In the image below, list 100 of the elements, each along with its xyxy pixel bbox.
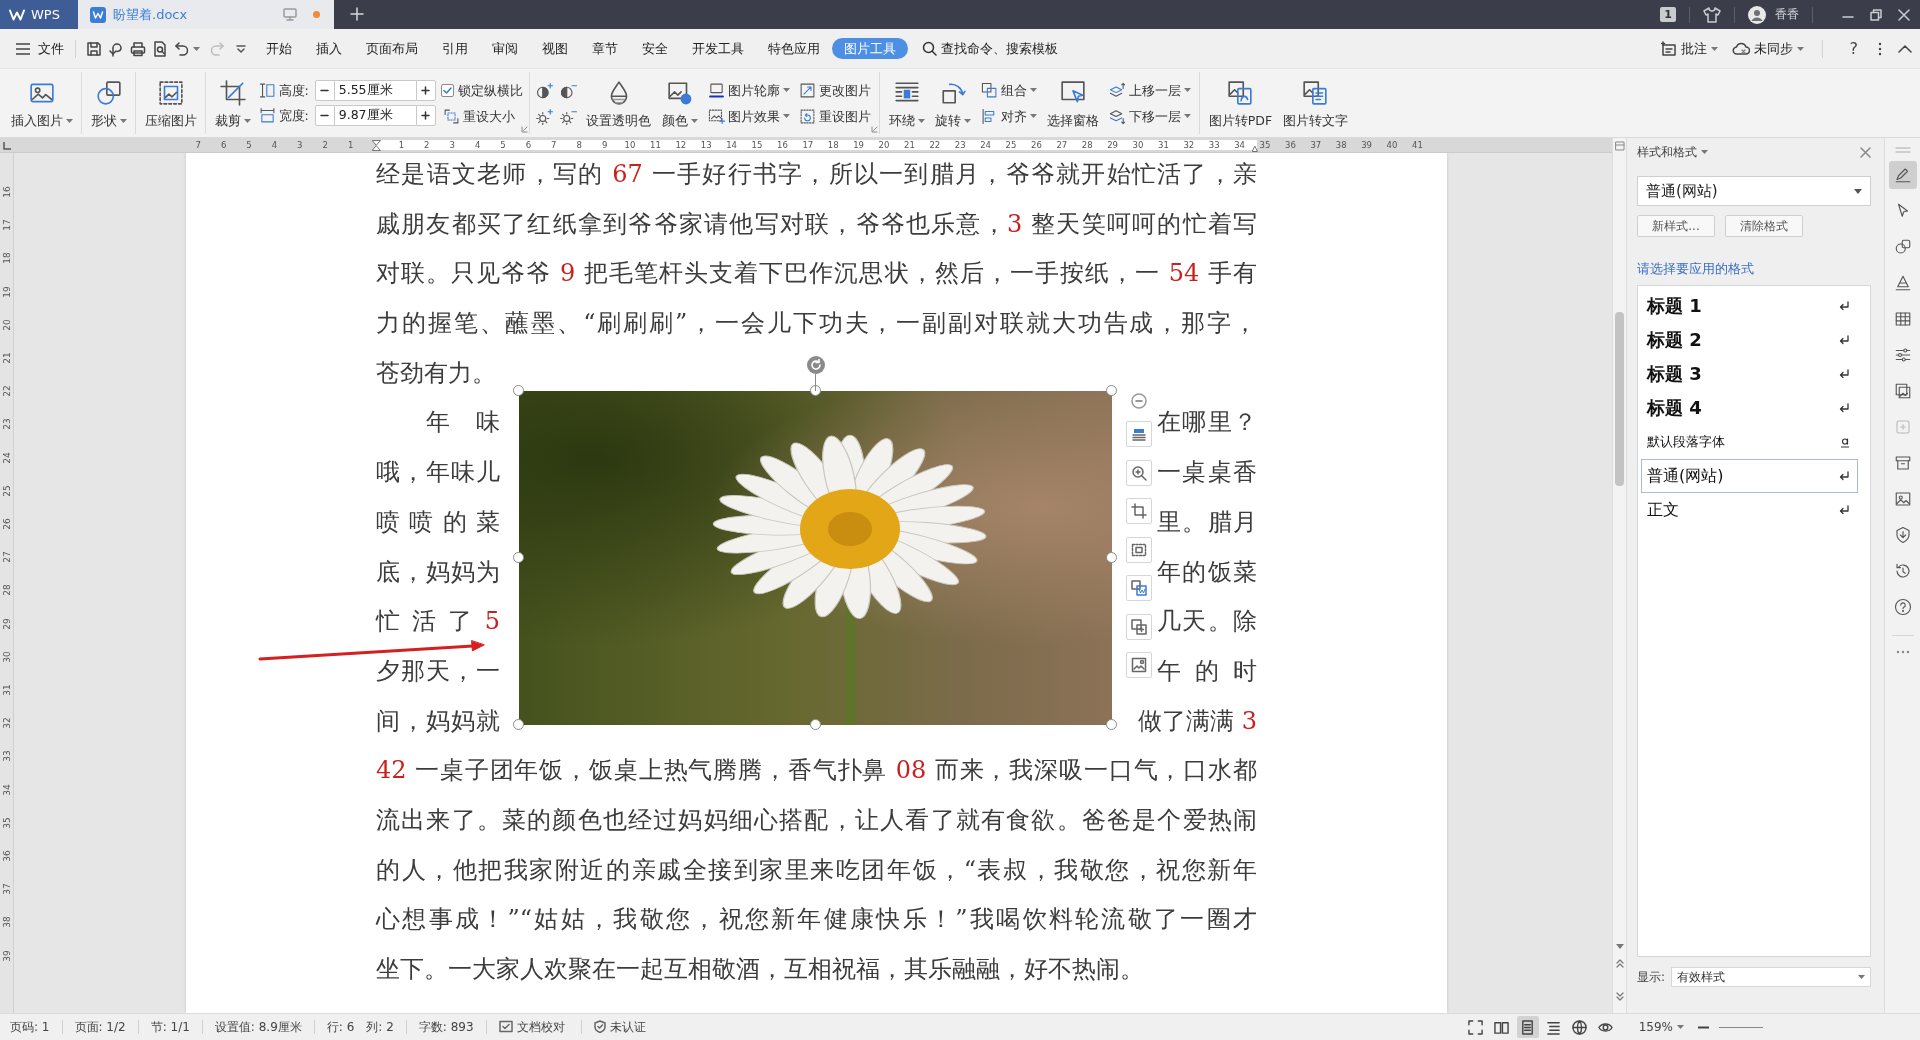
resize-handle[interactable] <box>1106 551 1117 563</box>
zoom-out-icon[interactable] <box>1698 1025 1709 1029</box>
zoom-dropdown[interactable]: 159% <box>1638 1019 1684 1035</box>
resize-handle[interactable] <box>1106 718 1117 730</box>
image-tool-button[interactable] <box>1126 575 1152 602</box>
document-tab[interactable]: 盼望着.docx <box>78 0 334 29</box>
menu-tab[interactable]: 插入 <box>304 37 354 60</box>
ribbon-button[interactable]: 设置透明色 <box>583 76 654 130</box>
size-input[interactable]: 5.55厘米 <box>334 80 416 101</box>
adjust-button[interactable] <box>536 82 555 100</box>
proofread-button[interactable]: 文档校对 <box>498 1019 565 1035</box>
certification-button[interactable]: 未认证 <box>593 1019 646 1035</box>
ribbon-button[interactable]: 图片轮廓 <box>705 79 792 101</box>
file-menu[interactable]: 文件 <box>12 38 68 59</box>
ribbon-button[interactable]: 旋转 <box>932 76 974 130</box>
view-button[interactable] <box>1516 1016 1539 1038</box>
scroll-down-icon[interactable] <box>1615 944 1624 949</box>
resize-handle[interactable] <box>513 384 524 396</box>
curved-arrow-icon[interactable] <box>108 40 124 57</box>
ribbon-button[interactable]: 图片效果 <box>705 105 792 127</box>
shirt-icon[interactable] <box>1703 6 1721 23</box>
show-dropdown[interactable]: 有效样式 <box>1671 967 1871 987</box>
sync-button[interactable]: 未同步 <box>1728 39 1807 58</box>
ribbon-button[interactable]: 形状 <box>88 76 129 130</box>
style-item[interactable]: 正文 <box>1641 493 1858 527</box>
customize-caret-icon[interactable] <box>236 44 246 53</box>
ribbon-button[interactable]: 组合 <box>979 79 1040 101</box>
ribbon-button[interactable]: 下移一层 <box>1107 105 1194 127</box>
resize-handle[interactable] <box>513 718 524 730</box>
ribbon-button[interactable]: 图片转文字 <box>1280 76 1351 130</box>
next-page-icon[interactable] <box>1615 992 1624 1001</box>
help-button[interactable]: ? <box>1845 38 1862 59</box>
image-tool-button[interactable] <box>1126 536 1152 563</box>
ruler-toggle-icon[interactable] <box>1614 141 1625 151</box>
style-item[interactable]: 默认段落字体 <box>1641 425 1858 459</box>
panel-button[interactable]: 新样式... <box>1637 215 1715 237</box>
app-tab[interactable]: WPS <box>0 0 78 29</box>
panel-button[interactable]: 清除格式 <box>1725 215 1803 237</box>
style-item[interactable]: 标题 3 <box>1641 357 1858 391</box>
close-icon[interactable] <box>1860 146 1871 158</box>
indent-marker-icon[interactable] <box>371 140 381 151</box>
plus-icon[interactable] <box>350 7 364 21</box>
close-icon[interactable] <box>1898 8 1910 21</box>
resize-handle[interactable] <box>513 551 524 563</box>
increase-button[interactable] <box>415 80 436 101</box>
photo-placeholder[interactable] <box>519 390 1112 725</box>
tab-stop-icon[interactable] <box>3 142 11 150</box>
avatar[interactable] <box>1748 5 1766 24</box>
ribbon-button[interactable]: 图片转PDF <box>1206 76 1275 130</box>
scrollbar-thumb[interactable] <box>1615 312 1624 486</box>
image-tool-button[interactable] <box>1126 421 1152 448</box>
window-count[interactable]: 1 <box>1660 7 1676 22</box>
ribbon-button[interactable]: 裁剪 <box>212 76 253 130</box>
panel-title[interactable]: 样式和格式 <box>1637 144 1708 160</box>
resize-handle[interactable] <box>809 718 821 730</box>
image-tool-button[interactable] <box>1126 613 1152 640</box>
ribbon-button[interactable]: 更改图片 <box>797 79 874 101</box>
adjust-button[interactable] <box>560 108 579 126</box>
collapse-icon[interactable] <box>1898 44 1912 53</box>
print-preview-icon[interactable] <box>152 40 168 57</box>
drag-handle-icon[interactable] <box>1894 147 1911 153</box>
checkbox[interactable] <box>441 83 455 97</box>
resize-handle[interactable] <box>1106 384 1117 396</box>
more-icon[interactable] <box>1878 41 1882 56</box>
style-dropdown[interactable]: 普通(网站) <box>1637 176 1871 206</box>
ribbon-button[interactable]: 选择窗格 <box>1044 76 1102 130</box>
menu-tab[interactable]: 特色应用 <box>756 37 832 60</box>
adjust-button[interactable] <box>536 108 555 126</box>
ribbon-button[interactable]: 颜色 <box>659 76 701 130</box>
style-item[interactable]: 标题 1 <box>1641 289 1858 323</box>
menu-tab[interactable]: 审阅 <box>480 37 530 60</box>
menu-tab[interactable]: 页面布局 <box>354 37 430 60</box>
menu-tab[interactable]: 章节 <box>580 37 630 60</box>
comment-button[interactable]: 批注 <box>1657 38 1721 59</box>
restore-icon[interactable] <box>1870 8 1882 21</box>
style-item[interactable]: 普通(网站) <box>1641 459 1858 493</box>
size-input[interactable]: 9.87厘米 <box>334 105 416 126</box>
undo-icon[interactable] <box>174 40 190 57</box>
previous-page-icon[interactable] <box>1615 959 1624 968</box>
menu-tab[interactable]: 视图 <box>530 37 580 60</box>
search-button[interactable]: 查找命令、搜索模板 <box>918 38 1062 59</box>
user-name[interactable]: 香香 <box>1775 7 1799 22</box>
dialog-launcher-icon[interactable] <box>871 126 879 133</box>
menu-tab[interactable]: 引用 <box>430 37 480 60</box>
save-icon[interactable] <box>86 40 102 57</box>
print-icon[interactable] <box>130 40 146 57</box>
dialog-launcher-icon[interactable] <box>521 126 529 133</box>
ribbon-button[interactable]: 环绕 <box>886 76 928 130</box>
side-tool-button[interactable] <box>1888 161 1917 189</box>
adjust-button[interactable] <box>560 82 579 100</box>
image-tool-button[interactable] <box>1126 498 1152 525</box>
ribbon-button[interactable]: 插入图片 <box>8 76 75 130</box>
style-item[interactable]: 标题 4 <box>1641 391 1858 425</box>
image-tool-button[interactable] <box>1126 652 1152 679</box>
ribbon-button[interactable]: 对齐 <box>979 105 1040 127</box>
menu-tab[interactable]: 安全 <box>630 37 680 60</box>
ribbon-button[interactable]: 重设图片 <box>797 105 874 127</box>
menu-tab[interactable]: 开始 <box>254 37 304 60</box>
image-tool-button[interactable] <box>1126 459 1152 486</box>
increase-button[interactable] <box>415 105 436 126</box>
